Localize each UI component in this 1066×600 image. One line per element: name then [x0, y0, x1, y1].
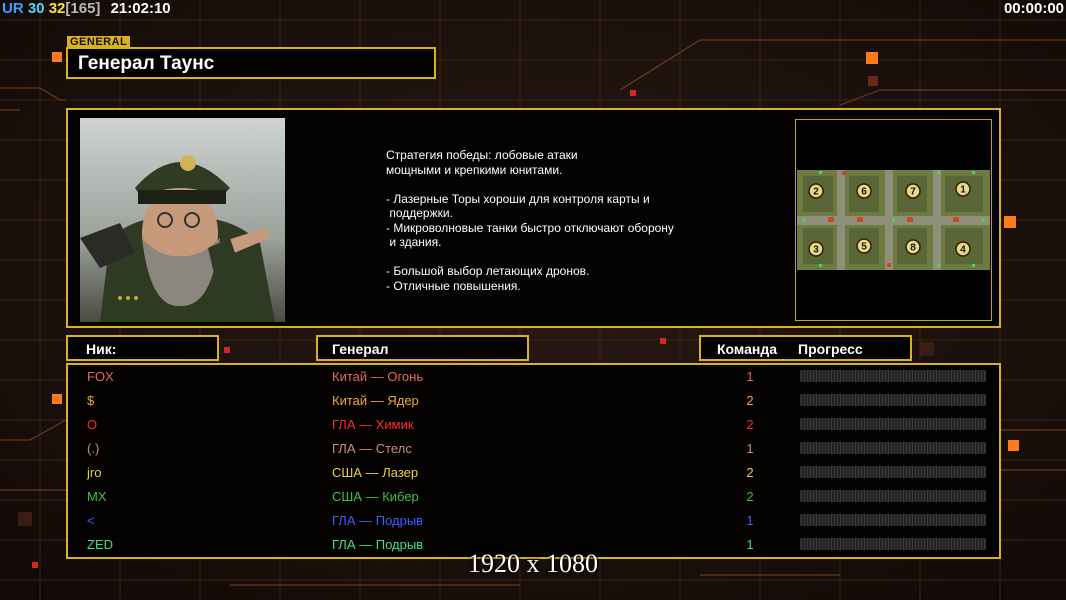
player-nick: MX — [87, 489, 107, 504]
player-row: FOX Китай — Огонь 1 — [68, 366, 999, 390]
player-nick: FOX — [87, 369, 114, 384]
player-general: ГЛА — Подрыв — [332, 513, 424, 528]
progress-header-label: Прогресс — [798, 341, 863, 357]
player-team: 1 — [746, 369, 754, 384]
system-clock: 21:02:10 — [110, 0, 171, 17]
player-general: Китай — Ядер — [332, 393, 419, 408]
general-header-label: Генерал — [332, 341, 389, 357]
general-description: Стратегия победы: лобовые атаки мощными … — [386, 148, 674, 293]
general-column-header: Генерал — [316, 335, 529, 361]
fps-value: 30 — [27, 0, 45, 17]
player-row: $ Китай — Ядер 2 — [68, 390, 999, 414]
player-team: 2 — [746, 465, 754, 480]
player-roster: FOX Китай — Огонь 1 $ Китай — Ядер 2 O Г… — [66, 363, 1001, 559]
map-slot-7[interactable]: 7 — [910, 187, 916, 198]
player-nick: $ — [87, 393, 95, 408]
nick-column-header: Ник: — [66, 335, 219, 361]
player-team: 2 — [746, 393, 754, 408]
general-name: Генерал Таунс — [78, 53, 215, 74]
player-row: O ГЛА — Химик 2 — [68, 414, 999, 438]
fps-counter: UR 30 32[165] 21:02:10 — [2, 0, 171, 18]
map-slot-3[interactable]: 3 — [813, 245, 819, 256]
map-slot-4[interactable]: 4 — [960, 245, 966, 256]
player-team: 1 — [746, 441, 754, 456]
player-team: 2 — [746, 417, 754, 432]
loading-progress-bar — [800, 370, 986, 382]
player-team: 1 — [746, 513, 754, 528]
map-preview-frame: 2 6 7 1 3 5 8 4 — [795, 119, 992, 321]
resolution-caption: 1920 x 1080 — [468, 549, 598, 578]
map-slot-1[interactable]: 1 — [960, 185, 966, 196]
loading-progress-bar — [800, 442, 986, 454]
player-nick: (.) — [87, 441, 100, 456]
ur-label: UR — [2, 0, 24, 17]
general-portrait — [80, 118, 285, 322]
nick-header-label: Ник: — [86, 341, 117, 357]
player-nick: O — [87, 417, 98, 432]
map-slot-6[interactable]: 6 — [861, 187, 867, 198]
player-row: MX США — Кибер 2 — [68, 486, 999, 510]
map-slot-8[interactable]: 8 — [910, 243, 916, 254]
player-general: Китай — Огонь — [332, 369, 424, 384]
player-general: США — Кибер — [332, 489, 419, 504]
game-timer: 00:00:00 — [1003, 0, 1064, 17]
map-slot-5[interactable]: 5 — [861, 242, 867, 253]
logic-fps-value: 32 — [48, 0, 66, 17]
player-row: (.) ГЛА — Стелс 1 — [68, 438, 999, 462]
player-row: jro США — Лазер 2 — [68, 462, 999, 486]
loading-progress-bar — [800, 466, 986, 478]
player-general: ГЛА — Стелс — [332, 441, 412, 456]
loading-progress-bar — [800, 394, 986, 406]
team-progress-header: Команда Прогресс — [699, 335, 912, 361]
map-preview[interactable]: 2 6 7 1 3 5 8 4 — [797, 170, 990, 270]
general-info-panel: Стратегия победы: лобовые атаки мощными … — [66, 108, 1001, 328]
player-general: ГЛА — Химик — [332, 417, 414, 432]
map-slot-2[interactable]: 2 — [813, 187, 819, 198]
general-title-box: Генерал Таунс — [66, 47, 436, 79]
loading-progress-bar — [800, 490, 986, 502]
ticks-value: [165] — [65, 0, 101, 17]
player-nick: jro — [87, 465, 102, 480]
player-general: США — Лазер — [332, 465, 419, 480]
team-header-label: Команда — [717, 341, 777, 357]
loading-progress-bar — [800, 418, 986, 430]
loading-progress-bar — [800, 514, 986, 526]
player-team: 2 — [746, 489, 754, 504]
player-row: < ГЛА — Подрыв 1 — [68, 510, 999, 534]
player-nick: < — [87, 513, 95, 528]
